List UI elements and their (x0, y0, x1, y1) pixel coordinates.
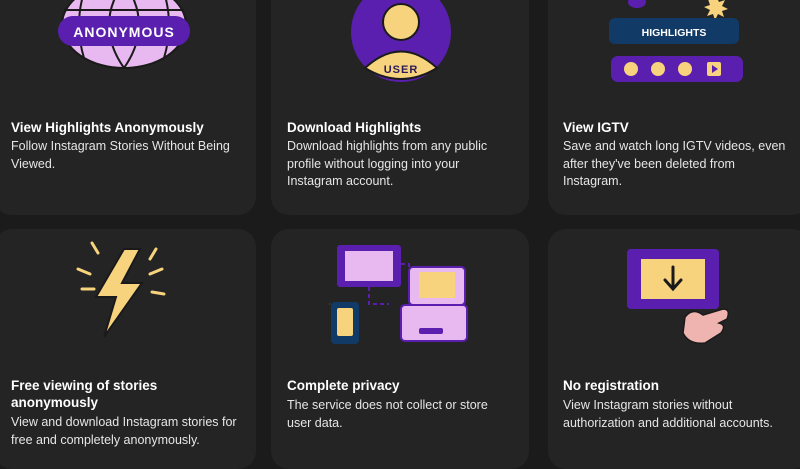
feature-card-privacy: Complete privacy The service does not co… (271, 229, 529, 469)
globe-icon: ANONYMOUS (58, 0, 190, 69)
feature-title: View Highlights Anonymously (11, 120, 204, 135)
user-icon: USER (351, 0, 451, 82)
feature-title: Complete privacy (287, 378, 400, 393)
anonymous-badge-text: ANONYMOUS (73, 24, 175, 40)
highlights-icon: HIGHLIGHTS (609, 0, 743, 82)
feature-title: View IGTV (563, 120, 629, 135)
feature-description: Download highlights from any public prof… (287, 139, 488, 188)
feature-description: Follow Instagram Stories Without Being V… (11, 139, 230, 171)
highlights-badge-text: HIGHLIGHTS (642, 27, 707, 39)
feature-card-igtv: HIGHLIGHTS View IGTV Save and watch long… (548, 0, 800, 215)
feature-card-free: Free viewing of stories anonymously View… (0, 229, 256, 469)
download-icon (627, 249, 730, 345)
lightning-icon (76, 241, 166, 338)
devices-icon (329, 245, 468, 344)
feature-title: Free viewing of stories anonymously (11, 378, 158, 410)
feature-description: The service does not collect or store us… (287, 398, 488, 430)
user-badge-text: USER (384, 64, 419, 76)
feature-description: Save and watch long IGTV videos, even af… (563, 139, 786, 188)
feature-description: View Instagram stories without authoriza… (563, 398, 773, 430)
feature-card-download: USER Download Highlights Download highli… (271, 0, 529, 215)
feature-card-anonymous: ANONYMOUS View Highlights Anonymously Fo… (0, 0, 256, 215)
feature-title: No registration (563, 378, 660, 393)
feature-card-registration: No registration View Instagram stories w… (548, 229, 800, 469)
feature-title: Download Highlights (287, 120, 422, 135)
